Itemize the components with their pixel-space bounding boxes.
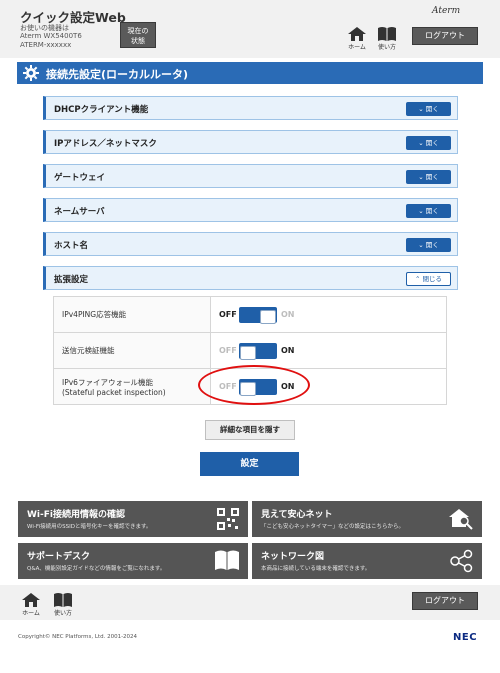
accordion-label: ゲートウェイ — [54, 173, 106, 183]
setting-value: OFF ON — [210, 332, 447, 369]
accordion-label: ホスト名 — [54, 241, 89, 251]
tile-title: Wi-Fi接続用情報の確認 — [27, 510, 125, 520]
chevron-down-icon: ⌄ — [418, 241, 426, 249]
ipv4-ping-toggle[interactable]: OFF ON — [211, 305, 341, 325]
aterm-logo: Aterm — [432, 6, 461, 16]
off-label: OFF — [219, 309, 237, 319]
toggle-knob[interactable] — [240, 345, 256, 360]
chevron-down-icon: ⌄ — [418, 139, 426, 147]
setting-label: IPv6ファイアウォール機能 (Stateful packet inspecti… — [53, 368, 211, 405]
tile-desc: Q&A、機能別設定ガイドなどの情報をご覧になれます。 — [27, 566, 166, 572]
current-status-button[interactable]: 現在の 状態 — [120, 22, 156, 48]
chevron-down-icon: ⌄ — [418, 105, 426, 113]
status-button-line2: 状態 — [131, 37, 145, 45]
accordion-dhcp-client[interactable]: DHCPクライアント機能 ⌄ 開く — [43, 96, 458, 120]
open-label: 開く — [425, 241, 439, 249]
header: クイック設定Web お使いの機器は Aterm WX5400T6 ATERM-x… — [0, 0, 500, 58]
accordion-extended-settings[interactable]: 拡張設定 ⌃ 閉じる — [43, 266, 458, 290]
section-title: 接続先設定(ローカルルータ) — [46, 68, 189, 81]
setting-value: OFF ON — [210, 296, 447, 333]
qr-code-icon — [216, 507, 240, 531]
accordion-label: ネームサーバ — [54, 207, 105, 217]
book-icon — [378, 27, 396, 41]
help-link[interactable]: 使い方 — [372, 26, 402, 51]
section-title-bar: 接続先設定(ローカルルータ) — [17, 62, 483, 84]
status-button-line1: 現在の — [127, 27, 149, 35]
open-label: 開く — [425, 207, 439, 215]
open-button[interactable]: ⌄ 開く — [406, 102, 451, 116]
book-icon — [215, 550, 239, 570]
accordion-label: 拡張設定 — [54, 275, 89, 285]
footer-help-link[interactable]: 使い方 — [50, 592, 76, 617]
footer-logout-button[interactable]: ログアウト — [412, 592, 478, 610]
tile-desc: Wi-Fi接続用のSSIDと暗号化キーを確認できます。 — [27, 524, 152, 530]
copyright-text: Copyright© NEC Platforms, Ltd. 2001-2024 — [18, 634, 138, 640]
open-button[interactable]: ⌄ 開く — [406, 238, 451, 252]
on-label: ON — [281, 309, 295, 319]
accordion-host-name[interactable]: ホスト名 ⌄ 開く — [43, 232, 458, 256]
home-search-icon — [449, 509, 473, 530]
home-icon — [348, 27, 366, 41]
toggle-track[interactable] — [239, 342, 277, 360]
accordion-ip-address[interactable]: IPアドレス／ネットマスク ⌄ 開く — [43, 130, 458, 154]
book-icon — [54, 593, 72, 607]
tile-wifi-info[interactable]: Wi-Fi接続用情報の確認 Wi-Fi接続用のSSIDと暗号化キーを確認できます… — [18, 501, 248, 537]
tile-network-map[interactable]: ネットワーク図 本商品に接続している端末を確認できます。 — [252, 543, 482, 579]
close-button[interactable]: ⌃ 閉じる — [406, 272, 451, 286]
device-model: Aterm WX5400T6 — [20, 32, 82, 40]
chevron-down-icon: ⌄ — [418, 207, 426, 215]
highlight-annotation — [198, 365, 310, 405]
toggle-knob[interactable] — [260, 309, 276, 324]
label-line: IPv6ファイアウォール機能 — [62, 377, 153, 387]
footer-bar: ホーム 使い方 ログアウト — [0, 585, 500, 620]
open-button[interactable]: ⌄ 開く — [406, 204, 451, 218]
table-row: IPv4PING応答機能 OFF ON — [53, 296, 447, 333]
help-label: 使い方 — [377, 44, 396, 51]
open-button[interactable]: ⌄ 開く — [406, 170, 451, 184]
network-icon — [450, 549, 473, 573]
tile-mieru-anshin-net[interactable]: 見えて安心ネット 「こども安心ネットタイマー」などの設定はこちらから。 — [252, 501, 482, 537]
label-line: 送信元検証機能 — [62, 346, 115, 355]
open-label: 開く — [425, 105, 439, 113]
accordion-gateway[interactable]: ゲートウェイ ⌄ 開く — [43, 164, 458, 188]
open-button[interactable]: ⌄ 開く — [406, 136, 451, 150]
toggle-track[interactable] — [239, 306, 277, 324]
logout-button[interactable]: ログアウト — [412, 27, 478, 45]
label-line: IPv4PING応答機能 — [62, 310, 127, 319]
home-label: ホーム — [348, 44, 366, 51]
hide-details-button[interactable]: 詳細な項目を隠す — [205, 420, 295, 440]
close-label: 閉じる — [422, 275, 443, 283]
on-label: ON — [281, 345, 295, 355]
accordion-name-server[interactable]: ネームサーバ ⌄ 開く — [43, 198, 458, 222]
tile-support-desk[interactable]: サポートデスク Q&A、機能別設定ガイドなどの情報をご覧になれます。 — [18, 543, 248, 579]
source-validation-toggle[interactable]: OFF ON — [211, 341, 341, 361]
accordion-label: IPアドレス／ネットマスク — [54, 139, 157, 149]
submit-button[interactable]: 設定 — [200, 452, 299, 476]
table-row: 送信元検証機能 OFF ON — [53, 332, 447, 369]
chevron-down-icon: ⌄ — [418, 173, 426, 181]
gear-icon — [23, 65, 39, 81]
off-label: OFF — [219, 345, 237, 355]
tile-title: サポートデスク — [27, 552, 91, 562]
tile-title: ネットワーク図 — [261, 552, 325, 562]
home-link[interactable]: ホーム — [342, 26, 372, 51]
open-label: 開く — [425, 139, 439, 147]
accordion-label: DHCPクライアント機能 — [54, 105, 149, 115]
tile-desc: 本商品に接続している端末を確認できます。 — [261, 566, 371, 572]
footer-home-link[interactable]: ホーム — [18, 592, 44, 617]
tile-title: 見えて安心ネット — [261, 510, 333, 520]
home-icon — [22, 593, 40, 607]
tile-desc: 「こども安心ネットタイマー」などの設定はこちらから。 — [261, 524, 405, 530]
chevron-up-icon: ⌃ — [414, 275, 423, 283]
setting-label: IPv4PING応答機能 — [53, 296, 211, 333]
open-label: 開く — [425, 173, 439, 181]
nec-logo: NEC — [453, 632, 478, 643]
label-line: (Stateful packet inspection) — [62, 387, 166, 397]
help-label: 使い方 — [53, 610, 72, 617]
home-label: ホーム — [22, 610, 40, 617]
setting-label: 送信元検証機能 — [53, 332, 211, 369]
device-id: ATERM-xxxxxx — [20, 41, 72, 49]
